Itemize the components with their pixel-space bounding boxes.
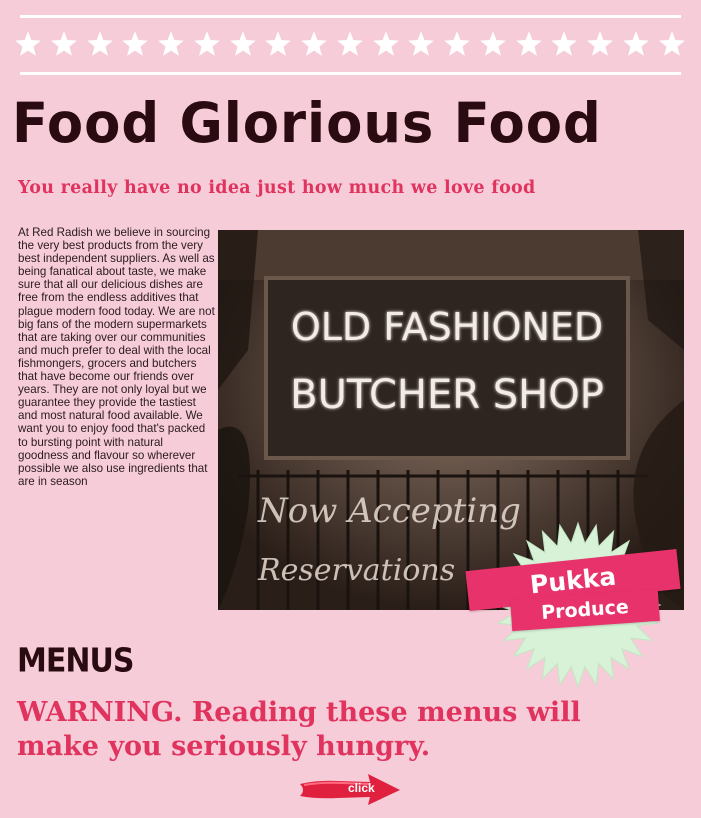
star-icon [157,30,185,58]
star-icon [407,30,435,58]
star-icon [658,30,686,58]
click-label: click [348,781,375,795]
star-icon [14,30,42,58]
star-icon [622,30,650,58]
star-icon [550,30,578,58]
star-icon [300,30,328,58]
top-rule [20,15,681,18]
star-icon [50,30,78,58]
star-icon [515,30,543,58]
script-line-2: Reservations [257,553,455,588]
star-icon [264,30,292,58]
star-icon [586,30,614,58]
click-button[interactable]: click [298,774,402,806]
star-icon [86,30,114,58]
sign-line-2: BUTCHER SHOP [290,372,604,418]
page-title: Food Glorious Food [12,91,602,155]
star-icon [336,30,364,58]
menus-heading: MENUS [17,642,134,681]
bottom-rule [20,72,681,75]
menus-warning: WARNING. Reading these menus will make y… [17,697,581,762]
star-icon [121,30,149,58]
star-icon [479,30,507,58]
pukka-produce-badge: Pukka Produce [463,520,693,690]
star-icon [372,30,400,58]
star-icon [193,30,221,58]
star-icon [229,30,257,58]
star-icon [443,30,471,58]
star-row [14,26,686,64]
page-subtitle: You really have no idea just how much we… [18,178,536,198]
intro-paragraph: At Red Radish we believe in sourcing the… [18,226,215,488]
sign-line-1: OLD FASHIONED [291,305,603,349]
